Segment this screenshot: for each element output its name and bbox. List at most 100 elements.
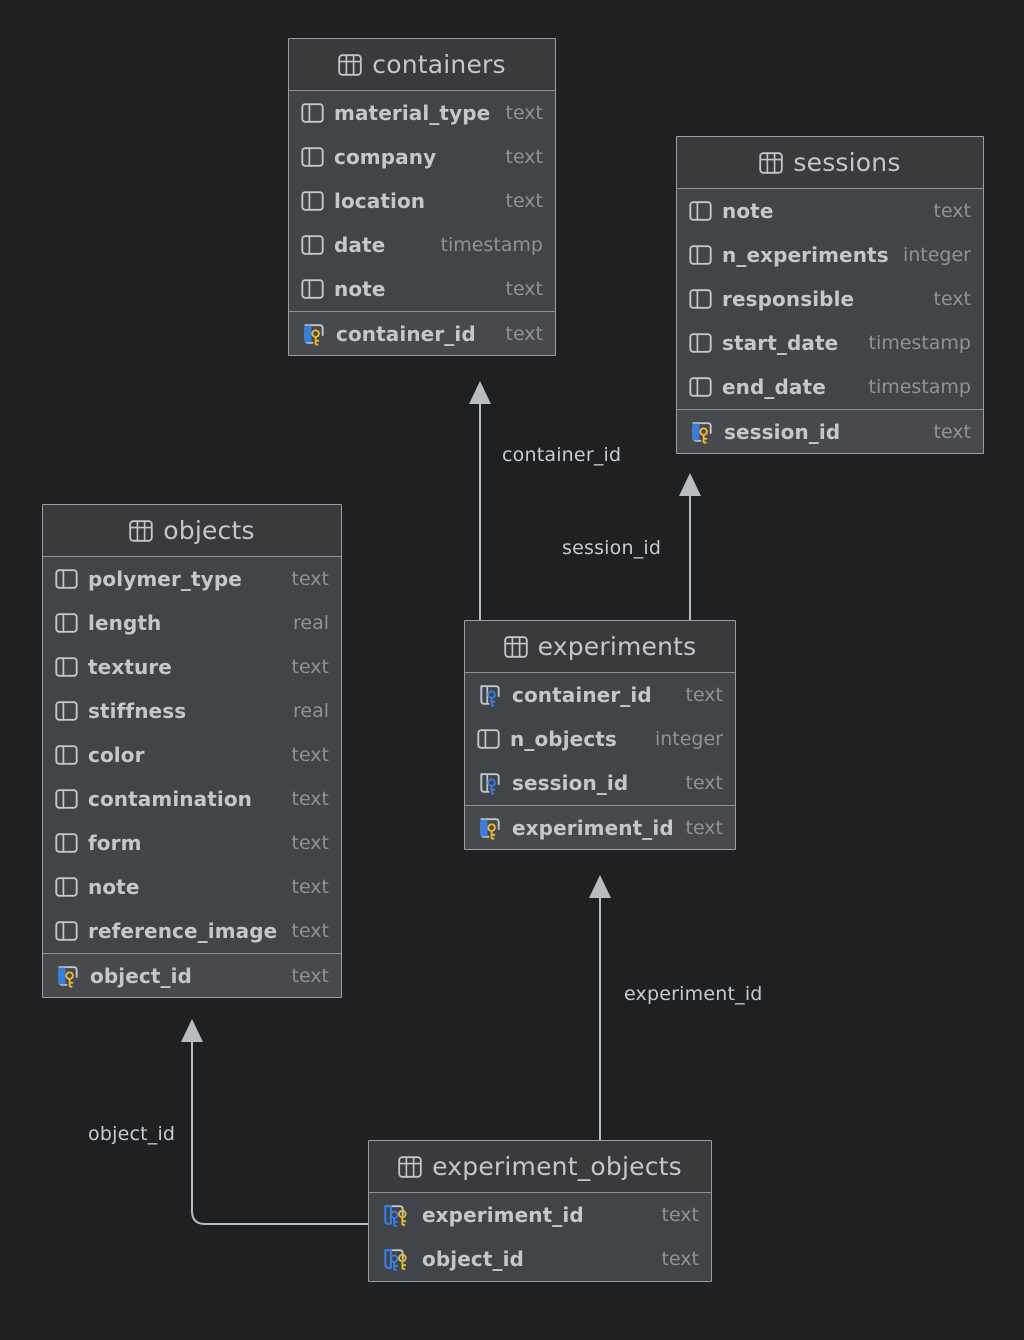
column-type: text <box>685 816 724 839</box>
relationship-label-experiment_id: experiment_id <box>624 983 763 1005</box>
column-icon <box>55 654 79 680</box>
column-icon <box>689 242 713 268</box>
table-header-objects[interactable]: objects <box>43 505 341 557</box>
column-row[interactable]: object_id text <box>369 1237 711 1281</box>
column-icon <box>55 698 79 724</box>
column-type: text <box>685 772 724 794</box>
column-type: text <box>505 278 544 300</box>
column-row[interactable]: contamination text <box>43 777 341 821</box>
column-name: session_id <box>724 419 841 444</box>
column-row[interactable]: texture text <box>43 645 341 689</box>
column-row[interactable]: form text <box>43 821 341 865</box>
column-type: timestamp <box>868 332 972 354</box>
column-row[interactable]: session_id text <box>465 761 735 805</box>
column-row[interactable]: stiffness real <box>43 689 341 733</box>
column-name: note <box>722 199 774 223</box>
column-name: object_id <box>422 1247 524 1271</box>
column-row[interactable]: company text <box>289 135 555 179</box>
column-type: text <box>291 788 330 810</box>
table-grid-icon <box>129 518 153 544</box>
column-row[interactable]: material_type text <box>289 91 555 135</box>
column-icon <box>55 786 79 812</box>
column-list: container_id text n_objects integer sessio… <box>465 673 735 849</box>
relationship-label-object_id: object_id <box>88 1123 176 1145</box>
column-icon <box>689 330 713 356</box>
column-row[interactable]: note text <box>43 865 341 909</box>
column-list: note text n_experiments integer responsibl… <box>677 189 983 453</box>
table-header-sessions[interactable]: sessions <box>677 137 983 189</box>
column-type: text <box>291 568 330 590</box>
foreign-key-column-icon <box>477 770 503 796</box>
column-type: text <box>661 1248 700 1270</box>
column-name: object_id <box>90 963 192 988</box>
column-row[interactable]: experiment_id text <box>465 805 735 849</box>
column-type: text <box>291 920 330 942</box>
table-node-experiments[interactable]: experiments container_id text n_objects in… <box>464 620 736 850</box>
table-node-containers[interactable]: containers material_type text company text… <box>288 38 556 356</box>
primary-key-column-icon <box>55 963 81 989</box>
column-icon <box>477 726 501 752</box>
table-header-experiment_objects[interactable]: experiment_objects <box>369 1141 711 1193</box>
column-type: text <box>933 288 972 310</box>
foreign-key-column-icon <box>477 682 503 708</box>
primary-key-column-icon <box>689 419 715 445</box>
table-node-objects[interactable]: objects polymer_type text length real text… <box>42 504 342 998</box>
column-row[interactable]: reference_image text <box>43 909 341 953</box>
column-row[interactable]: n_objects integer <box>465 717 735 761</box>
column-list: material_type text company text location te… <box>289 91 555 355</box>
column-name: container_id <box>336 321 476 346</box>
column-name: experiment_id <box>512 815 674 840</box>
column-name: n_experiments <box>722 243 889 267</box>
relationship-arrowhead-session_id <box>679 473 701 496</box>
column-row[interactable]: end_date timestamp <box>677 365 983 409</box>
column-icon <box>689 286 713 312</box>
table-grid-icon <box>503 634 528 660</box>
column-type: text <box>505 190 544 212</box>
column-name: form <box>88 831 142 855</box>
column-row[interactable]: n_experiments integer <box>677 233 983 277</box>
table-header-experiments[interactable]: experiments <box>465 621 735 673</box>
column-name: session_id <box>512 771 629 795</box>
column-row[interactable]: note text <box>677 189 983 233</box>
column-type: real <box>292 612 329 634</box>
column-row[interactable]: container_id text <box>289 311 555 355</box>
column-row[interactable]: container_id text <box>465 673 735 717</box>
table-header-containers[interactable]: containers <box>289 39 555 91</box>
primary-key-column-icon <box>477 815 503 841</box>
column-row[interactable]: length real <box>43 601 341 645</box>
column-row[interactable]: color text <box>43 733 341 777</box>
table-title: sessions <box>793 148 901 177</box>
column-icon <box>55 830 79 856</box>
column-type: text <box>505 102 544 124</box>
column-row[interactable]: date timestamp <box>289 223 555 267</box>
column-row[interactable]: note text <box>289 267 555 311</box>
relationship-label-session_id: session_id <box>562 537 662 559</box>
column-type: text <box>291 744 330 766</box>
column-type: text <box>933 200 972 222</box>
column-row[interactable]: polymer_type text <box>43 557 341 601</box>
column-row[interactable]: responsible text <box>677 277 983 321</box>
table-node-sessions[interactable]: sessions note text n_experiments integer r… <box>676 136 984 454</box>
column-icon <box>55 918 79 944</box>
column-icon <box>301 100 325 126</box>
column-name: date <box>334 233 386 257</box>
column-row[interactable]: experiment_id text <box>369 1193 711 1237</box>
column-name: length <box>88 611 162 635</box>
table-title: containers <box>372 50 506 79</box>
column-type: timestamp <box>868 376 972 398</box>
column-list: polymer_type text length real texture text … <box>43 557 341 997</box>
column-row[interactable]: start_date timestamp <box>677 321 983 365</box>
table-node-experiment_objects[interactable]: experiment_objects experiment_id text obj… <box>368 1140 712 1282</box>
column-icon <box>301 276 325 302</box>
column-row[interactable]: location text <box>289 179 555 223</box>
primary-foreign-key-column-icon <box>381 1246 413 1272</box>
table-grid-icon <box>759 150 784 176</box>
column-row[interactable]: object_id text <box>43 953 341 997</box>
column-icon <box>301 144 325 170</box>
column-type: text <box>291 656 330 678</box>
relationship-arrowhead-object_id <box>181 1019 203 1042</box>
column-name: container_id <box>512 683 652 707</box>
column-icon <box>689 198 713 224</box>
column-name: start_date <box>722 331 839 355</box>
column-row[interactable]: session_id text <box>677 409 983 453</box>
